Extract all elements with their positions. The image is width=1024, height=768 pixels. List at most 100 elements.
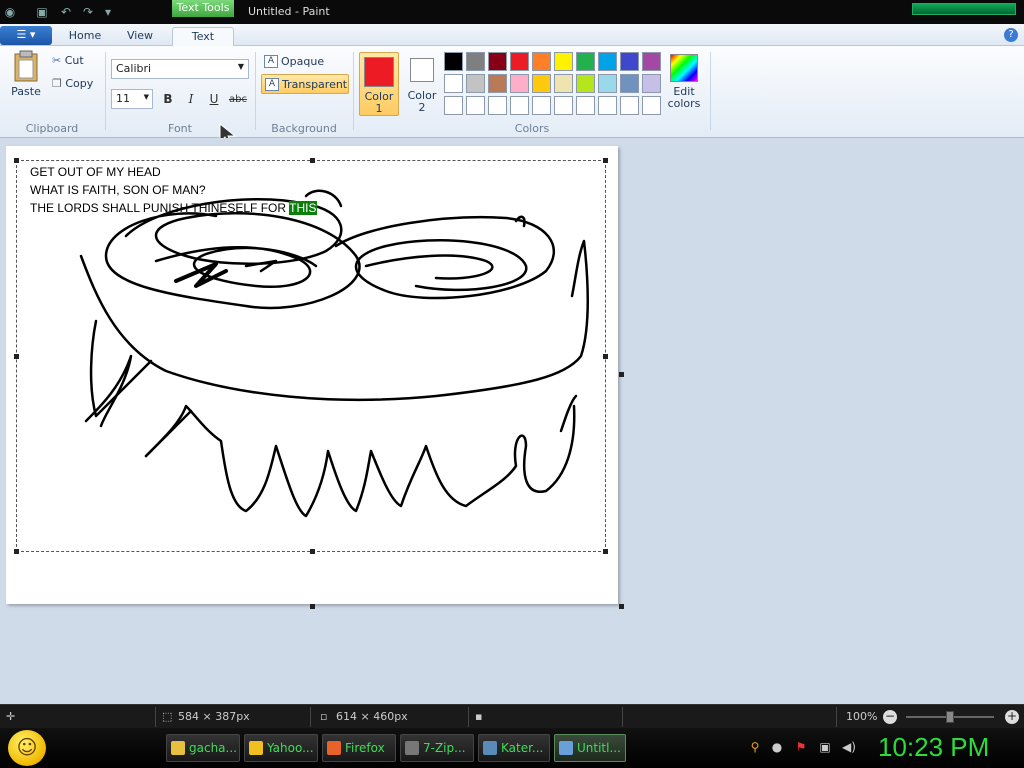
underline-button[interactable]: U bbox=[204, 90, 224, 108]
palette-color-swatch[interactable] bbox=[620, 52, 639, 71]
palette-color-swatch[interactable] bbox=[576, 96, 595, 115]
zoom-out-button[interactable]: − bbox=[883, 710, 897, 724]
resize-handle[interactable] bbox=[14, 354, 19, 359]
canvas-resize-handle[interactable] bbox=[619, 372, 624, 377]
text-box-selection[interactable]: GET OUT OF MY HEAD WHAT IS FAITH, SON OF… bbox=[14, 158, 608, 554]
palette-color-swatch[interactable] bbox=[598, 52, 617, 71]
copy-button[interactable]: ❐ Copy bbox=[52, 77, 93, 90]
palette-color-swatch[interactable] bbox=[620, 96, 639, 115]
palette-color-swatch[interactable] bbox=[488, 74, 507, 93]
palette-color-swatch[interactable] bbox=[554, 96, 573, 115]
palette-color-swatch[interactable] bbox=[444, 52, 463, 71]
palette-color-swatch[interactable] bbox=[488, 52, 507, 71]
palette-color-swatch[interactable] bbox=[510, 74, 529, 93]
paint-menu-button[interactable]: ☰ ▾ bbox=[0, 26, 52, 45]
resize-handle[interactable] bbox=[603, 549, 608, 554]
font-family-value: Calibri bbox=[116, 62, 152, 75]
tab-text[interactable]: Text bbox=[172, 27, 234, 46]
taskbar-task-button[interactable]: Kater... bbox=[478, 734, 550, 762]
chevron-down-icon: ▼ bbox=[143, 93, 149, 101]
window-controls[interactable] bbox=[912, 3, 1016, 15]
resize-handle[interactable] bbox=[603, 354, 608, 359]
drawing-canvas[interactable]: GET OUT OF MY HEAD WHAT IS FAITH, SON OF… bbox=[6, 146, 618, 604]
palette-color-swatch[interactable] bbox=[576, 74, 595, 93]
redo-icon[interactable]: ↷ bbox=[80, 4, 96, 20]
palette-color-swatch[interactable] bbox=[444, 74, 463, 93]
palette-color-swatch[interactable] bbox=[466, 74, 485, 93]
italic-button[interactable]: I bbox=[181, 90, 201, 108]
strikethrough-button[interactable]: abc bbox=[228, 90, 248, 108]
search-icon[interactable]: ⚲ bbox=[748, 740, 762, 754]
app-icon bbox=[171, 741, 185, 755]
palette-color-swatch[interactable] bbox=[554, 74, 573, 93]
transparent-option[interactable]: A Transparent bbox=[261, 74, 349, 94]
network-icon[interactable]: ▣ bbox=[818, 740, 832, 754]
quick-access-dropdown-icon[interactable]: ▾ bbox=[100, 4, 116, 20]
edit-colors-button[interactable]: Edit colors bbox=[665, 54, 703, 110]
opaque-option[interactable]: A Opaque bbox=[261, 52, 349, 72]
taskbar-task-button[interactable]: 7-Zip... bbox=[400, 734, 474, 762]
undo-icon[interactable]: ↶ bbox=[58, 4, 74, 20]
resize-handle[interactable] bbox=[310, 549, 315, 554]
palette-color-swatch[interactable] bbox=[642, 96, 661, 115]
color2-button[interactable]: Color 2 bbox=[402, 52, 442, 116]
tab-home[interactable]: Home bbox=[62, 27, 108, 46]
zoom-slider-thumb[interactable] bbox=[946, 711, 954, 723]
color1-swatch bbox=[364, 57, 394, 87]
resize-handle[interactable] bbox=[14, 158, 19, 163]
paste-button[interactable]: Paste bbox=[8, 50, 44, 106]
copy-icon: ❐ bbox=[52, 77, 62, 90]
palette-color-swatch[interactable] bbox=[532, 52, 551, 71]
help-icon[interactable]: ? bbox=[1004, 28, 1018, 42]
palette-color-swatch[interactable] bbox=[532, 74, 551, 93]
text-line-1[interactable]: GET OUT OF MY HEAD bbox=[30, 165, 161, 179]
palette-color-swatch[interactable] bbox=[598, 74, 617, 93]
cut-button[interactable]: ✂ Cut bbox=[52, 54, 84, 67]
palette-color-swatch[interactable] bbox=[642, 74, 661, 93]
palette-color-swatch[interactable] bbox=[642, 52, 661, 71]
image-size-icon: ▫ bbox=[320, 710, 328, 723]
resize-handle[interactable] bbox=[310, 158, 315, 163]
zoom-in-button[interactable]: + bbox=[1005, 710, 1019, 724]
taskbar-task-button[interactable]: gacha... bbox=[166, 734, 240, 762]
app-icon bbox=[559, 741, 573, 755]
resize-handle[interactable] bbox=[603, 158, 608, 163]
color1-button[interactable]: Color 1 bbox=[359, 52, 399, 116]
window-title: Untitled - Paint bbox=[248, 5, 330, 18]
save-icon[interactable]: ▣ bbox=[34, 4, 50, 20]
canvas-resize-handle[interactable] bbox=[619, 604, 624, 609]
palette-color-swatch[interactable] bbox=[598, 96, 617, 115]
palette-color-swatch[interactable] bbox=[466, 52, 485, 71]
messenger-icon[interactable]: ● bbox=[770, 740, 784, 754]
taskbar-clock[interactable]: 10:23 PM bbox=[878, 732, 989, 763]
palette-color-swatch[interactable] bbox=[576, 52, 595, 71]
start-button[interactable]: ☺ bbox=[8, 730, 46, 766]
canvas-workspace[interactable]: GET OUT OF MY HEAD WHAT IS FAITH, SON OF… bbox=[0, 138, 1024, 704]
tab-view[interactable]: View bbox=[118, 27, 162, 46]
palette-color-swatch[interactable] bbox=[444, 96, 463, 115]
taskbar-task-button[interactable]: Yahoo... bbox=[244, 734, 318, 762]
canvas-resize-handle[interactable] bbox=[310, 604, 315, 609]
palette-color-swatch[interactable] bbox=[488, 96, 507, 115]
paste-label: Paste bbox=[11, 85, 41, 98]
taskbar-task-button[interactable]: Firefox bbox=[322, 734, 396, 762]
palette-color-swatch[interactable] bbox=[510, 96, 529, 115]
font-family-select[interactable]: Calibri ▼ bbox=[111, 59, 249, 79]
action-center-icon[interactable]: ⚑ bbox=[794, 740, 808, 754]
palette-color-swatch[interactable] bbox=[466, 96, 485, 115]
palette-color-swatch[interactable] bbox=[620, 74, 639, 93]
font-size-select[interactable]: 11 ▼ bbox=[111, 89, 153, 109]
resize-handle[interactable] bbox=[14, 549, 19, 554]
palette-color-swatch[interactable] bbox=[532, 96, 551, 115]
zoom-level: 100% bbox=[846, 710, 878, 723]
copy-label: Copy bbox=[65, 77, 94, 90]
text-line-2[interactable]: WHAT IS FAITH, SON OF MAN? bbox=[30, 183, 206, 197]
ribbon: Paste ✂ Cut ❐ Copy Clipboard Calibri ▼ 1… bbox=[0, 46, 1024, 138]
text-line-3[interactable]: THE LORDS SHALL PUNISH THINESELF FOR THI… bbox=[30, 201, 317, 215]
volume-icon[interactable]: ◀) bbox=[842, 740, 856, 754]
palette-color-swatch[interactable] bbox=[554, 52, 573, 71]
paint-app-icon[interactable]: ◉ bbox=[2, 4, 18, 20]
taskbar-task-button[interactable]: Untitl... bbox=[554, 734, 626, 762]
palette-color-swatch[interactable] bbox=[510, 52, 529, 71]
bold-button[interactable]: B bbox=[158, 90, 178, 108]
